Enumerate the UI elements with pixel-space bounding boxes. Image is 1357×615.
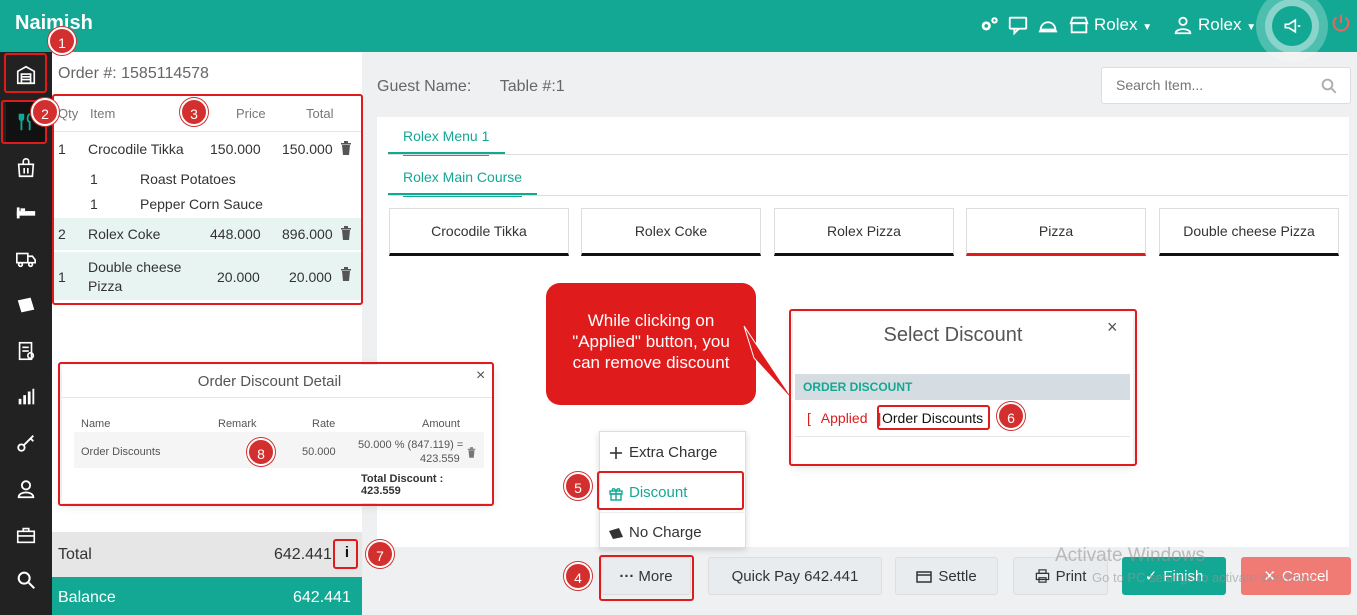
menu-item-card[interactable]: Double cheese Pizza: [1159, 208, 1339, 256]
no-charge-icon: [608, 525, 624, 541]
print-label: Print: [1055, 567, 1087, 585]
annotation-box: [4, 53, 47, 93]
printer-icon: [1035, 569, 1050, 583]
annotation-box: [877, 405, 990, 430]
card-icon: [916, 570, 933, 583]
menu-item-card[interactable]: Crocodile Tikka: [389, 208, 569, 256]
annotation-callout: While clicking on "Applied" button, you …: [546, 283, 756, 405]
balance-bar: Balance 642.441: [52, 577, 362, 615]
nav-report-icon[interactable]: [6, 331, 46, 371]
settings-cogs-icon[interactable]: [978, 14, 1000, 36]
store-label: Rolex: [1094, 15, 1138, 34]
nav-bar-chart-icon[interactable]: [6, 377, 46, 417]
extra-charge-option[interactable]: Extra Charge: [600, 433, 747, 472]
guest-name-label: Guest Name:: [377, 78, 472, 95]
annotation-badge: 1: [48, 27, 76, 55]
total-bar: Total 642.441 i: [52, 532, 362, 577]
menu-item-card[interactable]: Pizza: [966, 208, 1146, 256]
announcement-button[interactable]: [1256, 0, 1328, 62]
user-dropdown[interactable]: Rolex ▼: [1198, 15, 1256, 35]
nav-key-icon[interactable]: [6, 423, 46, 463]
store-icon[interactable]: [1068, 14, 1090, 36]
nav-toolbox-icon[interactable]: [6, 515, 46, 555]
nav-search-icon[interactable]: [6, 560, 46, 600]
annotation-badge: 8: [247, 438, 275, 466]
annotation-box: [599, 555, 694, 601]
plus-icon: [608, 445, 624, 461]
annotation-box: [789, 309, 1137, 466]
nav-person-icon[interactable]: [6, 469, 46, 509]
chat-icon[interactable]: [1007, 14, 1029, 36]
chevron-down-icon: ▼: [1246, 22, 1257, 33]
settle-label: Settle: [938, 567, 977, 585]
nav-delivery-truck-icon[interactable]: [6, 239, 46, 279]
annotation-badge: 3: [180, 98, 208, 126]
guest-info: Guest Name: Table #:1: [377, 78, 565, 96]
balance-value: 642.441: [293, 589, 351, 606]
quick-pay-button[interactable]: Quick Pay 642.441: [708, 557, 882, 595]
cloche-icon[interactable]: [1037, 14, 1059, 36]
user-label: Rolex: [1198, 15, 1242, 34]
nav-ticket-icon[interactable]: [6, 285, 46, 325]
annotation-badge: 7: [366, 540, 394, 568]
callout-line: While clicking on: [587, 311, 715, 330]
store-dropdown[interactable]: Rolex ▼: [1094, 15, 1152, 35]
table-number: Table #:1: [499, 78, 565, 95]
total-label: Total: [58, 546, 92, 563]
nav-bed-icon[interactable]: [6, 192, 46, 232]
search-input[interactable]: [1116, 77, 1316, 93]
user-icon[interactable]: [1172, 14, 1194, 36]
annotation-badge: 2: [31, 98, 59, 126]
annotation-badge: 5: [564, 472, 592, 500]
no-charge-label: No Charge: [629, 524, 702, 541]
search-icon[interactable]: [1320, 77, 1338, 95]
annotation-box: [597, 471, 744, 510]
callout-line: can remove discount: [572, 353, 730, 372]
power-icon[interactable]: [1330, 12, 1352, 34]
no-charge-option[interactable]: No Charge: [600, 513, 747, 552]
settle-button[interactable]: Settle: [895, 557, 998, 595]
chevron-down-icon: ▼: [1142, 22, 1153, 33]
megaphone-icon: [1272, 6, 1312, 46]
windows-activation-hint: Go to PC settings to activate Windows.: [1092, 570, 1317, 585]
order-number: Order #: 1585114578: [58, 65, 209, 82]
annotation-badge: 6: [997, 402, 1025, 430]
callout-line: "Applied" button, you: [572, 332, 730, 351]
annotation-box: [52, 94, 363, 305]
top-bar: Naimish Rolex ▼ Rolex ▼: [0, 0, 1357, 62]
search-box[interactable]: [1101, 67, 1351, 104]
menu-item-card[interactable]: Rolex Pizza: [774, 208, 954, 256]
nav-takeaway-bag-icon[interactable]: [6, 148, 46, 188]
windows-activation-watermark: Activate Windows: [1055, 545, 1205, 566]
extra-charge-label: Extra Charge: [629, 444, 718, 461]
annotation-box: [333, 539, 358, 569]
balance-label: Balance: [58, 589, 116, 606]
annotation-badge: 4: [564, 562, 592, 590]
annotation-box: [58, 362, 494, 506]
total-value: 642.441: [274, 546, 332, 563]
menu-item-card[interactable]: Rolex Coke: [581, 208, 761, 256]
